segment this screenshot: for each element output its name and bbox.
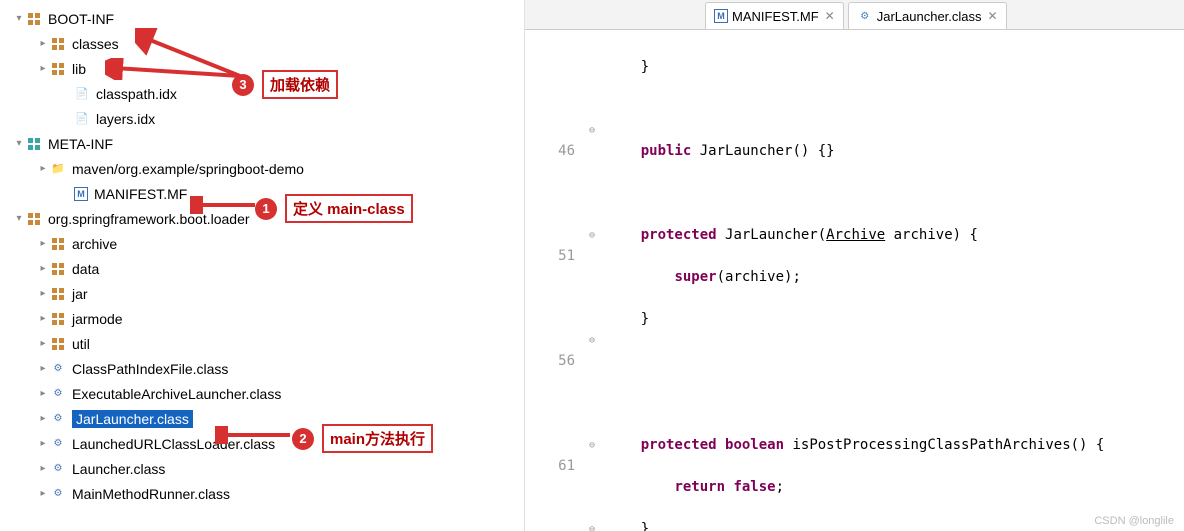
expand-arrow-icon[interactable] <box>36 488 50 499</box>
close-icon[interactable]: ✕ <box>988 9 998 23</box>
expand-arrow-icon[interactable] <box>36 363 50 374</box>
file-icon: 📄 <box>74 111 90 127</box>
package-icon <box>26 136 42 152</box>
tab-jarlauncher[interactable]: JarLauncher.class ✕ <box>848 2 1007 29</box>
package-icon <box>26 211 42 227</box>
class-file-icon <box>50 386 66 402</box>
expand-arrow-icon[interactable] <box>36 338 50 349</box>
tree-item-classpathindex-class[interactable]: ClassPathIndexFile.class <box>0 356 524 381</box>
package-icon <box>50 36 66 52</box>
class-file-icon <box>50 361 66 377</box>
tree-label: data <box>72 261 99 277</box>
tree-label: classpath.idx <box>96 86 177 102</box>
tree-item-boot-inf[interactable]: BOOT-INF <box>0 6 524 31</box>
class-file-icon <box>50 486 66 502</box>
tree-item-manifest[interactable]: M MANIFEST.MF <box>0 181 524 206</box>
expand-arrow-icon[interactable] <box>36 313 50 324</box>
expand-arrow-icon[interactable] <box>36 288 50 299</box>
tree-label: MANIFEST.MF <box>94 186 187 202</box>
tree-item-launchedurlclassloader-class[interactable]: LaunchedURLClassLoader.class <box>0 431 524 456</box>
package-icon <box>50 61 66 77</box>
package-icon <box>50 336 66 352</box>
tree-label: org.springframework.boot.loader <box>48 211 250 227</box>
editor-tabs: M MANIFEST.MF ✕ JarLauncher.class ✕ <box>525 0 1184 30</box>
tree-label: META-INF <box>48 136 113 152</box>
tree-item-util[interactable]: util <box>0 331 524 356</box>
tree-label: BOOT-INF <box>48 11 114 27</box>
expand-arrow-icon[interactable] <box>12 13 26 24</box>
tree-label: MainMethodRunner.class <box>72 486 230 502</box>
expand-arrow-icon[interactable] <box>36 163 50 174</box>
tree-item-launcher-class[interactable]: Launcher.class <box>0 456 524 481</box>
tab-label: MANIFEST.MF <box>732 9 819 24</box>
tree-label: layers.idx <box>96 111 155 127</box>
expand-arrow-icon[interactable] <box>36 388 50 399</box>
file-icon: 📄 <box>74 86 90 102</box>
folder-icon: 📁 <box>50 161 66 177</box>
tab-label: JarLauncher.class <box>877 9 982 24</box>
code-editor[interactable]: 46 51 56 61 65 ⊖ ⊖ ⊖ ⊖ ⊖ } public JarLau… <box>525 30 1184 531</box>
tree-item-archive[interactable]: archive <box>0 231 524 256</box>
package-icon <box>26 11 42 27</box>
tree-item-data[interactable]: data <box>0 256 524 281</box>
tab-manifest[interactable]: M MANIFEST.MF ✕ <box>705 2 844 29</box>
manifest-icon: M <box>74 187 88 201</box>
package-icon <box>50 236 66 252</box>
fold-gutter[interactable]: ⊖ ⊖ ⊖ ⊖ ⊖ <box>585 30 599 531</box>
tree-item-executablearchive-class[interactable]: ExecutableArchiveLauncher.class <box>0 381 524 406</box>
tree-item-lib[interactable]: lib <box>0 56 524 81</box>
tree-item-layers-idx[interactable]: 📄 layers.idx <box>0 106 524 131</box>
expand-arrow-icon[interactable] <box>36 38 50 49</box>
ide-root: BOOT-INF classes lib 📄 classpath.idx 📄 l… <box>0 0 1184 531</box>
manifest-icon: M <box>714 9 728 23</box>
expand-arrow-icon[interactable] <box>36 63 50 74</box>
tree-label: ClassPathIndexFile.class <box>72 361 228 377</box>
class-file-icon <box>857 8 873 24</box>
tree-label-selected: JarLauncher.class <box>72 410 193 428</box>
tree-label: LaunchedURLClassLoader.class <box>72 436 275 452</box>
package-icon <box>50 311 66 327</box>
package-icon <box>50 261 66 277</box>
tree-label: jarmode <box>72 311 123 327</box>
tree-label: jar <box>72 286 88 302</box>
expand-arrow-icon[interactable] <box>36 438 50 449</box>
tree-label: lib <box>72 61 86 77</box>
code-body[interactable]: } public JarLauncher() {} protected JarL… <box>599 30 1184 531</box>
expand-arrow-icon[interactable] <box>36 238 50 249</box>
tree-item-meta-inf[interactable]: META-INF <box>0 131 524 156</box>
expand-arrow-icon[interactable] <box>12 213 26 224</box>
tree-item-jarmode[interactable]: jarmode <box>0 306 524 331</box>
tree-item-classpath-idx[interactable]: 📄 classpath.idx <box>0 81 524 106</box>
expand-arrow-icon[interactable] <box>12 138 26 149</box>
tree-item-mainmethodrunner-class[interactable]: MainMethodRunner.class <box>0 481 524 506</box>
editor-pane: M MANIFEST.MF ✕ JarLauncher.class ✕ 46 5… <box>525 0 1184 531</box>
line-number-gutter: 46 51 56 61 65 <box>525 30 585 531</box>
tree-label: Launcher.class <box>72 461 165 477</box>
tree-label: ExecutableArchiveLauncher.class <box>72 386 281 402</box>
tree-item-jarlauncher-class[interactable]: JarLauncher.class <box>0 406 524 431</box>
tree-label: archive <box>72 236 117 252</box>
tree-item-jar[interactable]: jar <box>0 281 524 306</box>
tree-item-maven-folder[interactable]: 📁 maven/org.example/springboot-demo <box>0 156 524 181</box>
tree-label: util <box>72 336 90 352</box>
close-icon[interactable]: ✕ <box>825 9 835 23</box>
class-file-icon <box>50 411 66 427</box>
expand-arrow-icon[interactable] <box>36 263 50 274</box>
class-file-icon <box>50 436 66 452</box>
tree-item-classes[interactable]: classes <box>0 31 524 56</box>
tree-label: classes <box>72 36 119 52</box>
package-icon <box>50 286 66 302</box>
class-file-icon <box>50 461 66 477</box>
expand-arrow-icon[interactable] <box>36 463 50 474</box>
package-explorer: BOOT-INF classes lib 📄 classpath.idx 📄 l… <box>0 0 525 531</box>
tree-item-loader-pkg[interactable]: org.springframework.boot.loader <box>0 206 524 231</box>
expand-arrow-icon[interactable] <box>36 413 50 424</box>
tree-label: maven/org.example/springboot-demo <box>72 161 304 177</box>
